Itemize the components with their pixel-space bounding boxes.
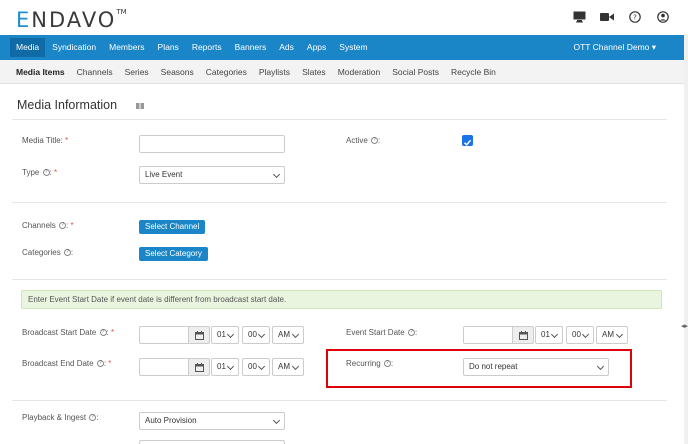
divider: [12, 202, 667, 203]
media-title-input[interactable]: [139, 135, 285, 153]
subnav-item-slates[interactable]: Slates: [296, 67, 332, 77]
user-icon[interactable]: [656, 10, 670, 24]
calendar-icon[interactable]: [188, 358, 210, 376]
nav-item-members[interactable]: Members: [103, 38, 150, 57]
page-title: Media Information: [17, 98, 118, 112]
calendar-icon[interactable]: [512, 326, 534, 344]
chevron-down-icon: [615, 330, 624, 339]
grid-icon[interactable]: [136, 103, 144, 109]
categories-label: Categories ?:: [22, 248, 74, 257]
endavo-logo[interactable]: ENDAVOTM: [16, 8, 127, 32]
select-channel-button[interactable]: Select Channel: [139, 220, 206, 234]
chevron-down-icon: [272, 416, 281, 425]
divider: [12, 279, 667, 280]
monitor-icon[interactable]: [572, 10, 586, 24]
help-icon: ?: [371, 137, 379, 145]
nav-item-syndication[interactable]: Syndication: [46, 38, 102, 57]
help-icon: ?: [63, 249, 71, 257]
chevron-down-icon: [272, 170, 281, 179]
nav-item-ads[interactable]: Ads: [273, 38, 300, 57]
calendar-icon[interactable]: [188, 326, 210, 344]
active-label: Active ?:: [346, 136, 381, 145]
subnav-item-social-posts[interactable]: Social Posts: [386, 67, 445, 77]
broadcast-start-minute-select[interactable]: 00: [242, 326, 270, 344]
nav-item-media[interactable]: Media: [10, 38, 46, 57]
main-navigation: Media Syndication Members Plans Reports …: [0, 35, 684, 60]
event-date-alert: Enter Event Start Date if event date is …: [21, 290, 662, 309]
broadcast-start-ampm-select[interactable]: AM: [272, 326, 304, 344]
playback-ingest-label: Playback & Ingest ?:: [22, 413, 99, 422]
broadcast-end-ampm-select[interactable]: AM: [272, 358, 304, 376]
event-start-minute-select[interactable]: 00: [566, 326, 594, 344]
broadcast-start-hour-select[interactable]: 01: [211, 326, 239, 344]
help-icon[interactable]: ?: [628, 10, 642, 24]
nav-item-plans[interactable]: Plans: [152, 38, 185, 57]
type-select[interactable]: Live Event: [139, 166, 285, 184]
check-icon: [463, 139, 472, 146]
next-field-input[interactable]: [139, 440, 285, 444]
nav-item-reports[interactable]: Reports: [186, 38, 228, 57]
help-icon: ?: [99, 329, 107, 337]
media-title-label: Media Title: *: [22, 136, 69, 145]
chevron-down-icon: [291, 362, 300, 371]
event-start-hour-select[interactable]: 01: [535, 326, 563, 344]
help-icon: ?: [89, 414, 97, 422]
help-icon: ?: [407, 329, 415, 337]
scroll-arrow-icon[interactable]: ◂▸: [681, 322, 688, 330]
broadcast-end-hour-select[interactable]: 01: [211, 358, 239, 376]
help-icon: ?: [42, 169, 50, 177]
select-category-button[interactable]: Select Category: [139, 247, 208, 261]
chevron-down-icon: [581, 330, 590, 339]
sub-navigation: Media Items Channels Series Seasons Cate…: [0, 60, 684, 84]
event-start-ampm-select[interactable]: AM: [596, 326, 628, 344]
broadcast-end-date-input[interactable]: [139, 358, 189, 376]
subnav-item-moderation[interactable]: Moderation: [332, 67, 387, 77]
event-start-label: Event Start Date ?:: [346, 328, 418, 337]
account-dropdown[interactable]: OTT Channel Demo ▾: [573, 35, 656, 60]
chevron-down-icon: [226, 362, 235, 371]
type-label: Type ?: *: [22, 168, 58, 177]
recurring-highlight-box: [326, 349, 632, 388]
chevron-down-icon: [550, 330, 559, 339]
subnav-item-media-items[interactable]: Media Items: [10, 67, 71, 77]
subnav-item-series[interactable]: Series: [119, 67, 155, 77]
subnav-item-channels[interactable]: Channels: [71, 67, 119, 77]
subnav-item-categories[interactable]: Categories: [200, 67, 253, 77]
nav-item-banners[interactable]: Banners: [229, 38, 273, 57]
nav-item-apps[interactable]: Apps: [301, 38, 332, 57]
divider: [12, 400, 667, 401]
subnav-item-seasons[interactable]: Seasons: [155, 67, 200, 77]
broadcast-end-label: Broadcast End Date ?: *: [22, 359, 112, 368]
active-checkbox[interactable]: [462, 135, 473, 146]
channels-label: Channels ?: *: [22, 221, 74, 230]
chevron-down-icon: [257, 362, 266, 371]
broadcast-end-minute-select[interactable]: 00: [242, 358, 270, 376]
playback-ingest-select[interactable]: Auto Provision: [139, 412, 285, 430]
divider: [12, 119, 667, 120]
nav-item-system[interactable]: System: [333, 38, 373, 57]
chevron-down-icon: [226, 330, 235, 339]
chevron-down-icon: [291, 330, 300, 339]
top-header: ENDAVOTM ?: [0, 0, 688, 35]
subnav-item-recycle-bin[interactable]: Recycle Bin: [445, 67, 502, 77]
broadcast-start-date-input[interactable]: [139, 326, 189, 344]
help-icon: ?: [59, 222, 67, 230]
svg-text:?: ?: [633, 14, 637, 22]
video-camera-icon[interactable]: [600, 10, 614, 24]
chevron-down-icon: [257, 330, 266, 339]
help-icon: ?: [96, 360, 104, 368]
scrollbar[interactable]: [684, 35, 688, 444]
event-start-date-input[interactable]: [463, 326, 513, 344]
subnav-item-playlists[interactable]: Playlists: [253, 67, 296, 77]
broadcast-start-label: Broadcast Start Date ?: *: [22, 328, 115, 337]
